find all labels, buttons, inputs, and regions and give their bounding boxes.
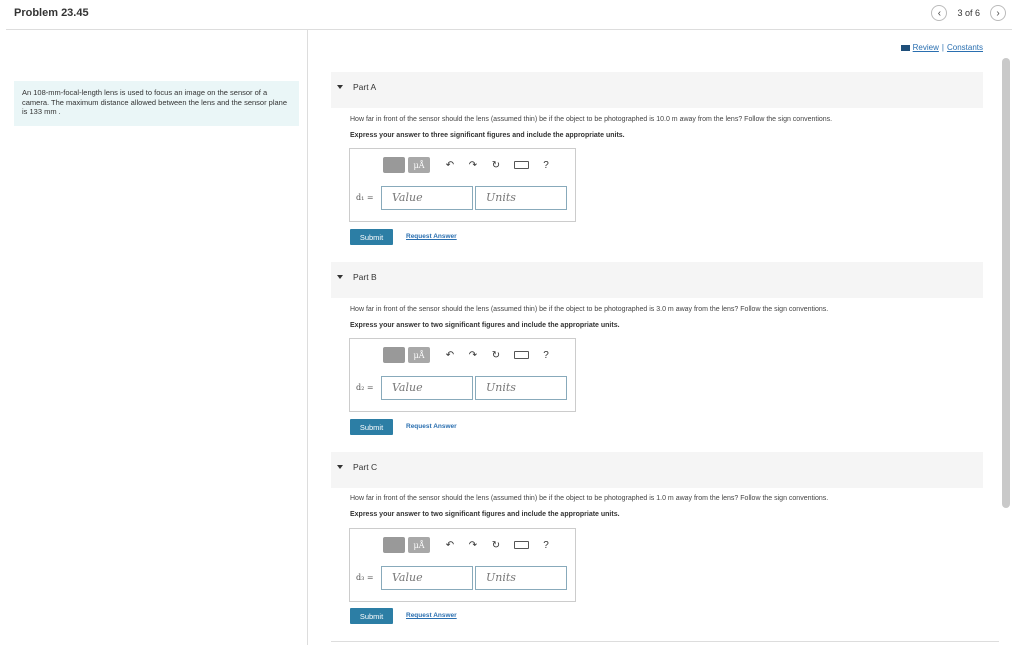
- part-b-instruction: Express your answer to two significant f…: [350, 322, 620, 329]
- part-b-submit-button[interactable]: Submit: [350, 419, 393, 435]
- part-c-header[interactable]: Part C: [331, 452, 983, 488]
- template-button[interactable]: [383, 157, 405, 173]
- link-separator: |: [941, 43, 944, 52]
- help-icon[interactable]: ?: [540, 540, 552, 551]
- redo-icon[interactable]: ↷: [467, 160, 479, 171]
- problem-statement: An 108-mm-focal-length lens is used to f…: [14, 81, 299, 126]
- part-a-submit-button[interactable]: Submit: [350, 229, 393, 245]
- template-button[interactable]: [383, 537, 405, 553]
- keyboard-icon[interactable]: [514, 161, 529, 169]
- part-c-request-answer[interactable]: Request Answer: [406, 612, 457, 619]
- keyboard-icon[interactable]: [514, 351, 529, 359]
- part-b-answer-box: μÅ ↶ ↷ ↻ ? d₂ = Value Units: [349, 338, 576, 412]
- redo-icon[interactable]: ↷: [467, 350, 479, 361]
- caret-down-icon: [337, 85, 343, 89]
- help-icon[interactable]: ?: [540, 350, 552, 361]
- caret-down-icon: [337, 465, 343, 469]
- part-a-variable: d₁ =: [356, 193, 374, 202]
- template-button[interactable]: [383, 347, 405, 363]
- part-a-label: Part A: [353, 82, 377, 92]
- part-c-answer-box: μÅ ↶ ↷ ↻ ? d₃ = Value Units: [349, 528, 576, 602]
- part-a-instruction: Express your answer to three significant…: [350, 132, 625, 139]
- chevron-left-icon: ‹: [937, 7, 942, 19]
- part-b-units-input[interactable]: Units: [475, 376, 567, 400]
- part-a-value-input[interactable]: Value: [381, 186, 473, 210]
- units-button[interactable]: μÅ: [408, 537, 430, 553]
- part-b-request-answer[interactable]: Request Answer: [406, 423, 457, 430]
- next-button[interactable]: ›: [990, 5, 1006, 21]
- help-icon[interactable]: ?: [540, 160, 552, 171]
- part-c: Part C How far in front of the sensor sh…: [331, 452, 983, 624]
- undo-icon[interactable]: ↶: [444, 160, 456, 171]
- part-c-variable: d₃ =: [356, 573, 374, 582]
- reset-icon[interactable]: ↻: [490, 350, 502, 361]
- part-b-label: Part B: [353, 272, 377, 282]
- math-toolbar: μÅ ↶ ↷ ↻ ?: [383, 157, 552, 173]
- header-divider: [6, 29, 1012, 30]
- part-c-value-input[interactable]: Value: [381, 566, 473, 590]
- part-a-units-input[interactable]: Units: [475, 186, 567, 210]
- units-button[interactable]: μÅ: [408, 347, 430, 363]
- part-c-instruction: Express your answer to two significant f…: [350, 511, 620, 518]
- undo-icon[interactable]: ↶: [444, 540, 456, 551]
- units-button[interactable]: μÅ: [408, 157, 430, 173]
- math-toolbar: μÅ ↶ ↷ ↻ ?: [383, 537, 552, 553]
- reset-icon[interactable]: ↻: [490, 160, 502, 171]
- bottom-divider: [331, 641, 999, 642]
- part-a-answer-box: μÅ ↶ ↷ ↻ ? d₁ = Value Units: [349, 148, 576, 222]
- pager: ‹ 3 of 6 ›: [931, 5, 1006, 21]
- panel-divider: [307, 30, 308, 645]
- problem-title: Problem 23.45: [14, 7, 89, 19]
- reset-icon[interactable]: ↻: [490, 540, 502, 551]
- part-a: Part A How far in front of the sensor sh…: [331, 72, 983, 245]
- part-a-request-answer[interactable]: Request Answer: [406, 233, 457, 240]
- constants-link[interactable]: Constants: [947, 43, 983, 52]
- part-c-label: Part C: [353, 462, 378, 472]
- undo-icon[interactable]: ↶: [444, 350, 456, 361]
- keyboard-icon[interactable]: [514, 541, 529, 549]
- part-b-value-input[interactable]: Value: [381, 376, 473, 400]
- caret-down-icon: [337, 275, 343, 279]
- part-c-units-input[interactable]: Units: [475, 566, 567, 590]
- top-bar: Problem 23.45 ‹ 3 of 6 ›: [0, 0, 1024, 28]
- math-toolbar: μÅ ↶ ↷ ↻ ?: [383, 347, 552, 363]
- redo-icon[interactable]: ↷: [467, 540, 479, 551]
- part-b-header[interactable]: Part B: [331, 262, 983, 298]
- part-c-submit-button[interactable]: Submit: [350, 608, 393, 624]
- part-a-header[interactable]: Part A: [331, 72, 983, 108]
- part-c-question: How far in front of the sensor should th…: [350, 495, 829, 502]
- part-b: Part B How far in front of the sensor sh…: [331, 262, 983, 435]
- scrollbar[interactable]: [1002, 58, 1010, 508]
- chevron-right-icon: ›: [996, 7, 1000, 19]
- review-link[interactable]: Review: [913, 43, 939, 52]
- pager-text: 3 of 6: [957, 8, 980, 18]
- part-a-question: How far in front of the sensor should th…: [350, 116, 833, 123]
- part-b-variable: d₂ =: [356, 383, 374, 392]
- review-icon: [900, 44, 910, 51]
- prev-button[interactable]: ‹: [931, 5, 948, 21]
- review-links: Review | Constants: [900, 43, 983, 52]
- part-b-question: How far in front of the sensor should th…: [350, 306, 829, 313]
